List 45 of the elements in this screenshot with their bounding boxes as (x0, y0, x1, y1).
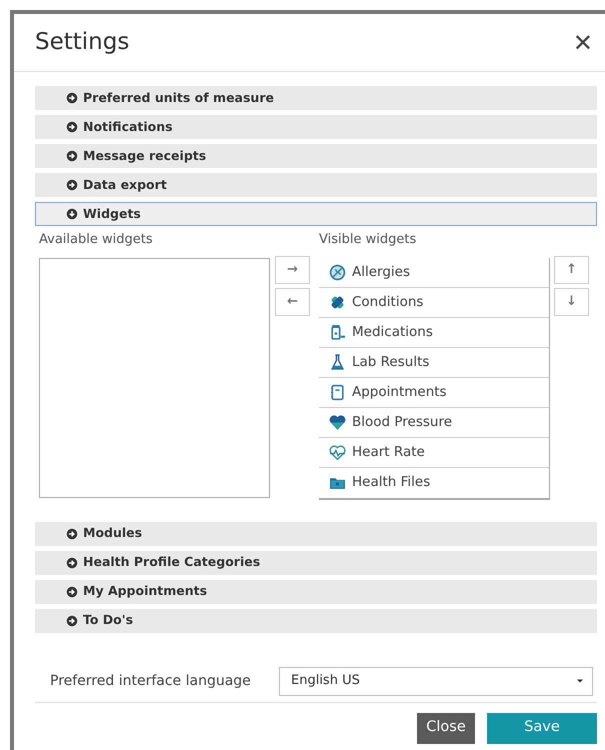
section-header[interactable]: Preferred units of measure (35, 86, 597, 110)
section-header[interactable]: Notifications (35, 115, 597, 139)
chevron-right-icon (66, 528, 78, 540)
widget-list-item[interactable]: Blood Pressure (319, 408, 549, 438)
widget-list-item[interactable]: Conditions (319, 288, 549, 318)
chevron-right-icon (66, 586, 78, 598)
section-header[interactable]: Message receipts (35, 144, 597, 168)
section-header[interactable]: Health Profile Categories (35, 550, 597, 574)
chevron-right-icon (66, 150, 78, 162)
language-select[interactable]: English US (279, 666, 593, 696)
heart-rate-icon (329, 444, 346, 460)
widget-list-item[interactable]: Allergies (319, 258, 549, 288)
chevron-right-icon (66, 121, 78, 133)
close-button[interactable]: Close (417, 712, 475, 744)
close-button[interactable]: ✕ (572, 30, 593, 54)
section-header[interactable]: Widgets (35, 202, 597, 226)
widget-list-item[interactable]: Heart Rate (319, 438, 549, 468)
order-button[interactable]: ↑ (554, 256, 589, 284)
flask-icon (329, 354, 346, 370)
calendar-icon (329, 384, 346, 400)
list-label: Available widgets (39, 231, 154, 249)
move-button[interactable]: ← (275, 288, 310, 316)
widget-list-item[interactable]: Health Files (319, 468, 549, 498)
section-header[interactable]: My Appointments (35, 580, 597, 604)
chevron-right-icon (66, 556, 78, 568)
caret-icon (576, 677, 584, 685)
available-list[interactable] (39, 258, 270, 498)
chevron-right-icon (66, 614, 78, 626)
order-button[interactable]: ↓ (554, 288, 589, 316)
widget-list-item[interactable]: Appointments (319, 378, 549, 408)
widget-list-item[interactable]: Medications (319, 318, 549, 348)
section-header[interactable]: To Do's (35, 608, 597, 632)
widget-list-item[interactable]: Lab Results (319, 348, 549, 378)
chevron-right-icon (66, 179, 78, 191)
move-button[interactable]: → (275, 256, 310, 284)
chevron-right-icon (66, 92, 78, 104)
dialog-title: Settings (35, 28, 130, 58)
heart-icon (329, 414, 346, 430)
list-label: Visible widgets (319, 231, 418, 249)
pill-bottle-icon (329, 324, 346, 340)
chevron-down-icon (66, 208, 78, 220)
field-label: Preferred interface language (49, 672, 252, 690)
section-header[interactable]: Data export (35, 173, 597, 197)
section-header[interactable]: Modules (35, 522, 597, 546)
allergy-icon (329, 264, 346, 280)
